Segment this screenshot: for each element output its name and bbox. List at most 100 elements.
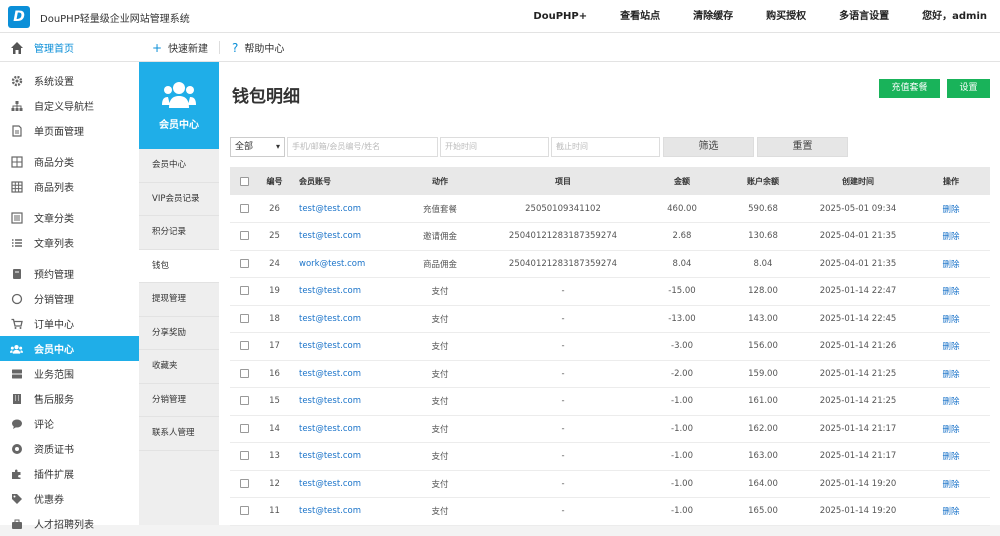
sidebar-item-label: 预约管理 bbox=[34, 270, 74, 281]
sidebar-item-system-settings[interactable]: 系统设置 bbox=[0, 68, 139, 93]
row-checkbox[interactable] bbox=[239, 286, 249, 296]
recharge-plan-button[interactable]: 充值套餐 bbox=[879, 79, 940, 98]
subnav-item-distribution[interactable]: 分销管理 bbox=[139, 384, 219, 417]
delete-link[interactable]: 删除 bbox=[912, 305, 990, 333]
cell-balance: 590.68 bbox=[722, 195, 804, 223]
sidebar-item-after-sales[interactable]: 售后服务 bbox=[0, 386, 139, 411]
sidebar-item-article-list[interactable]: 文章列表 bbox=[0, 230, 139, 255]
cell-amount: -1.00 bbox=[642, 415, 722, 443]
subnav-item-vip-records[interactable]: VIP会员记录 bbox=[139, 183, 219, 216]
quick-new-link[interactable]: + 快速新建 bbox=[152, 33, 208, 62]
sidebar-item-plugins[interactable]: 插件扩展 bbox=[0, 461, 139, 486]
sidebar-item-distribution[interactable]: 分销管理 bbox=[0, 286, 139, 311]
end-date-input[interactable]: 截止时间 bbox=[551, 137, 660, 157]
topnav-language-settings[interactable]: 多语言设置 bbox=[839, 0, 889, 33]
row-checkbox[interactable] bbox=[239, 258, 249, 268]
cell-account[interactable]: test@test.com bbox=[291, 332, 396, 361]
row-select bbox=[230, 250, 258, 278]
col-item: 项目 bbox=[484, 167, 642, 195]
home-link[interactable]: 管理首页 bbox=[0, 33, 139, 62]
delete-link[interactable]: 删除 bbox=[912, 442, 990, 471]
delete-link[interactable]: 删除 bbox=[912, 415, 990, 443]
cell-account[interactable]: test@test.com bbox=[291, 195, 396, 223]
row-checkbox[interactable] bbox=[239, 231, 249, 241]
start-date-input[interactable]: 开始时间 bbox=[440, 137, 549, 157]
row-checkbox[interactable] bbox=[239, 313, 249, 323]
delete-link[interactable]: 删除 bbox=[912, 277, 990, 306]
select-all-checkbox[interactable] bbox=[239, 176, 249, 186]
settings-button[interactable]: 设置 bbox=[947, 79, 990, 98]
subnav-item-member-center[interactable]: 会员中心 bbox=[139, 149, 219, 183]
sidebar-item-certificates[interactable]: 资质证书 bbox=[0, 436, 139, 461]
sidebar-item-orders[interactable]: 订单中心 bbox=[0, 311, 139, 336]
delete-link[interactable]: 删除 bbox=[912, 387, 990, 416]
sidebar-item-product-list[interactable]: 商品列表 bbox=[0, 174, 139, 199]
keyword-input[interactable]: 手机/邮箱/会员编号/姓名 bbox=[287, 137, 438, 157]
delete-link[interactable]: 删除 bbox=[912, 250, 990, 278]
subnav-title: 会员中心 bbox=[159, 120, 199, 131]
sidebar-item-article-category[interactable]: 文章分类 bbox=[0, 205, 139, 230]
row-checkbox[interactable] bbox=[239, 341, 249, 351]
col-account: 会员账号 bbox=[291, 167, 396, 195]
subnav-item-contacts[interactable]: 联系人管理 bbox=[139, 417, 219, 451]
cell-id: 18 bbox=[258, 305, 291, 333]
delete-link[interactable]: 删除 bbox=[912, 470, 990, 498]
col-operation: 操作 bbox=[912, 167, 990, 195]
cell-account[interactable]: test@test.com bbox=[291, 442, 396, 471]
sidebar-item-comments[interactable]: 评论 bbox=[0, 411, 139, 436]
cell-account[interactable]: test@test.com bbox=[291, 497, 396, 526]
topnav-clear-cache[interactable]: 清除缓存 bbox=[693, 0, 733, 33]
sidebar-item-members[interactable]: 会员中心 bbox=[0, 336, 139, 361]
cell-account[interactable]: test@test.com bbox=[291, 222, 396, 251]
cell-account[interactable]: test@test.com bbox=[291, 305, 396, 333]
cell-item: 25050109341102 bbox=[484, 195, 642, 223]
sidebar-item-single-page[interactable]: 单页面管理 bbox=[0, 118, 139, 143]
type-select[interactable]: 全部 ▾ bbox=[230, 137, 285, 157]
divider bbox=[219, 41, 220, 54]
sidebar-item-recruitment[interactable]: 人才招聘列表 bbox=[0, 511, 139, 536]
table-row: 12 test@test.com 支付 - -1.00 164.00 2025-01-14 … bbox=[230, 470, 990, 498]
cell-action: 支付 bbox=[396, 497, 484, 526]
delete-link[interactable]: 删除 bbox=[912, 360, 990, 388]
sidebar-item-custom-nav[interactable]: 自定义导航栏 bbox=[0, 93, 139, 118]
topnav-view-site[interactable]: 查看站点 bbox=[620, 0, 660, 33]
subnav-item-withdrawals[interactable]: 提现管理 bbox=[139, 283, 219, 317]
row-checkbox[interactable] bbox=[239, 396, 249, 406]
cell-account[interactable]: test@test.com bbox=[291, 415, 396, 443]
row-checkbox[interactable] bbox=[239, 451, 249, 461]
sidebar-item-label: 自定义导航栏 bbox=[34, 102, 94, 113]
cell-account[interactable]: work@test.com bbox=[291, 250, 396, 278]
cell-item: - bbox=[484, 277, 642, 306]
cell-account[interactable]: test@test.com bbox=[291, 470, 396, 498]
subnav-item-favorites[interactable]: 收藏夹 bbox=[139, 350, 219, 384]
row-checkbox[interactable] bbox=[239, 368, 249, 378]
row-checkbox[interactable] bbox=[239, 478, 249, 488]
delete-link[interactable]: 删除 bbox=[912, 222, 990, 251]
filter-button[interactable]: 筛选 bbox=[663, 137, 754, 157]
delete-link[interactable]: 删除 bbox=[912, 195, 990, 223]
sidebar-item-coupons[interactable]: 优惠券 bbox=[0, 486, 139, 511]
cell-created: 2025-04-01 21:35 bbox=[804, 250, 912, 278]
row-checkbox[interactable] bbox=[239, 423, 249, 433]
help-center-link[interactable]: ? 帮助中心 bbox=[232, 33, 284, 62]
delete-link[interactable]: 删除 bbox=[912, 497, 990, 526]
cell-account[interactable]: test@test.com bbox=[291, 360, 396, 388]
reset-button[interactable]: 重置 bbox=[757, 137, 848, 157]
cell-account[interactable]: test@test.com bbox=[291, 387, 396, 416]
topnav-douphp-plus[interactable]: DouPHP+ bbox=[533, 0, 587, 33]
delete-link[interactable]: 删除 bbox=[912, 332, 990, 361]
sidebar-item-booking[interactable]: 预约管理 bbox=[0, 261, 139, 286]
topnav-buy-license[interactable]: 购买授权 bbox=[766, 0, 806, 33]
row-checkbox[interactable] bbox=[239, 203, 249, 213]
sidebar-item-business-scope[interactable]: 业务范围 bbox=[0, 361, 139, 386]
row-checkbox[interactable] bbox=[239, 506, 249, 516]
subnav-item-points[interactable]: 积分记录 bbox=[139, 216, 219, 250]
logo[interactable]: D bbox=[8, 6, 30, 28]
cell-account[interactable]: test@test.com bbox=[291, 277, 396, 306]
topnav-user-greeting[interactable]: 您好，admin bbox=[922, 0, 987, 33]
sidebar-item-label: 分销管理 bbox=[34, 295, 74, 306]
sidebar-item-product-category[interactable]: 商品分类 bbox=[0, 149, 139, 174]
subnav-item-wallet[interactable]: 钱包 bbox=[139, 249, 219, 283]
list-icon bbox=[10, 236, 23, 249]
subnav-item-share-rewards[interactable]: 分享奖励 bbox=[139, 317, 219, 350]
